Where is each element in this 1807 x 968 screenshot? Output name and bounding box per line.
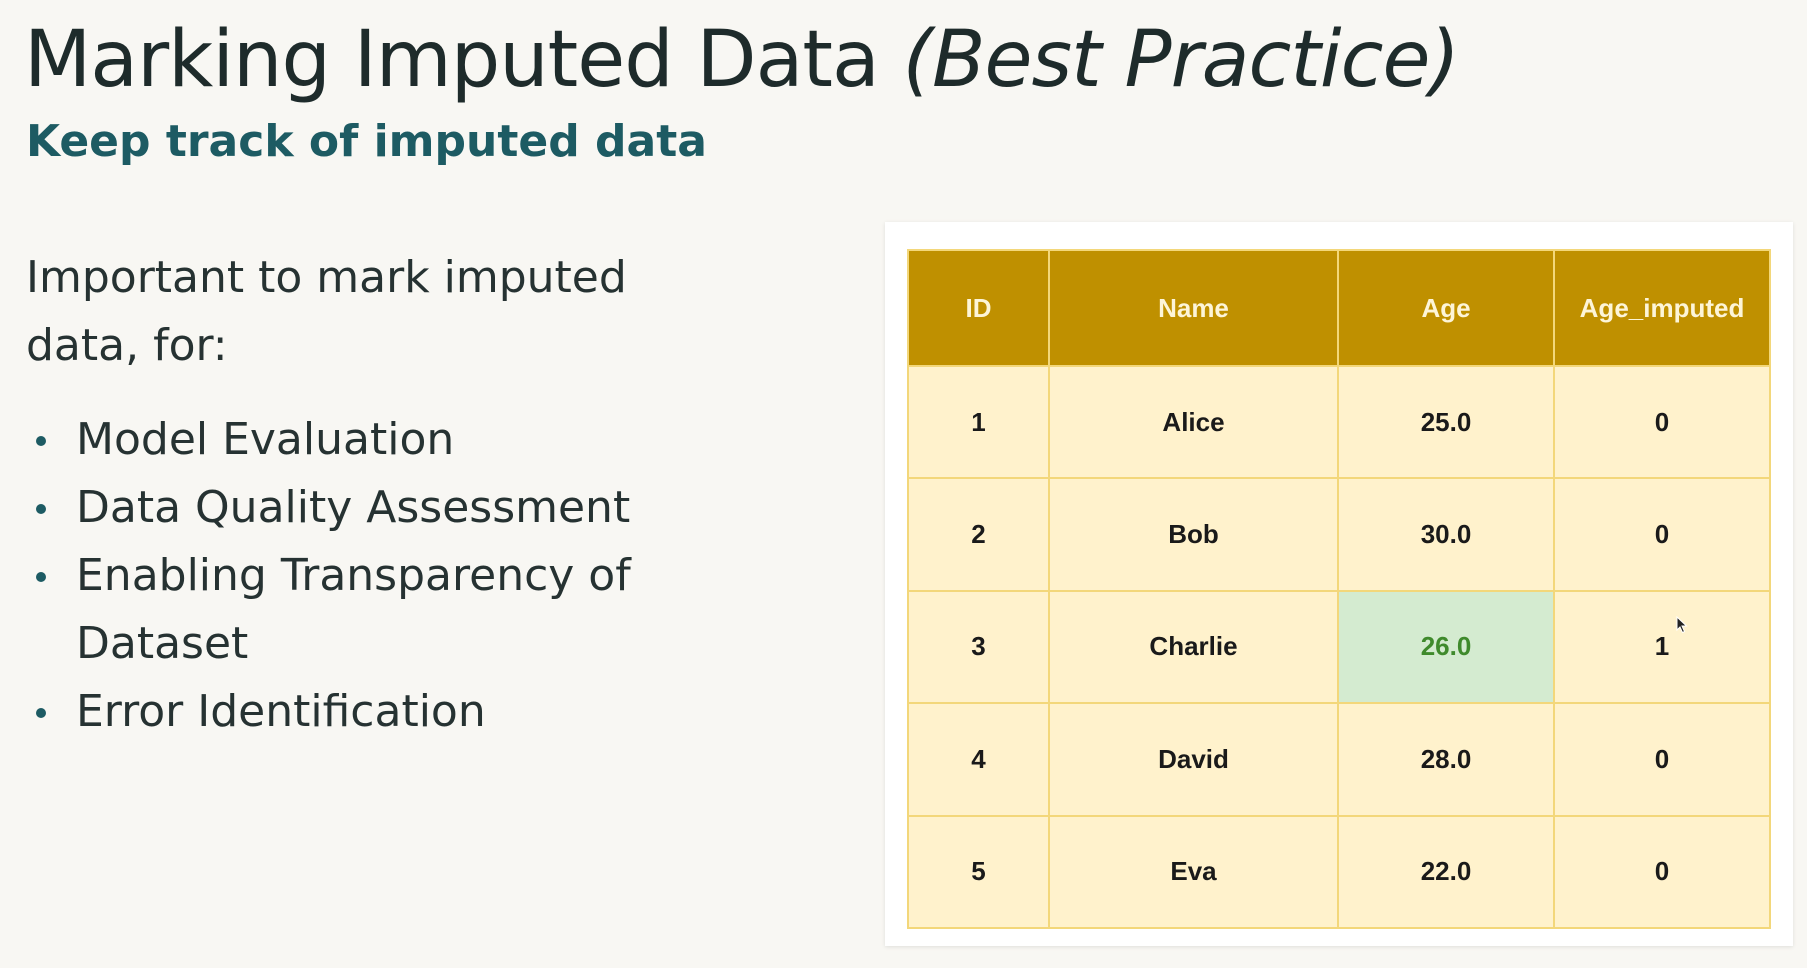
cell-age-imputed: 0: [1553, 702, 1771, 817]
slide-title-emphasis: (Best Practice): [902, 15, 1460, 105]
table-row: 4 David 28.0 0: [907, 702, 1771, 817]
bullet-label: Model Evaluation: [76, 414, 455, 465]
cell-id: 4: [907, 702, 1050, 817]
mouse-pointer-icon: [1676, 615, 1688, 638]
header-age-imputed: Age_imputed: [1553, 249, 1771, 367]
cell-name: Eva: [1048, 814, 1339, 930]
cell-age-imputed: 0: [1553, 477, 1771, 592]
cell-id: 5: [907, 814, 1050, 930]
cell-age: 22.0: [1337, 814, 1555, 930]
bullet-label: Error Identification: [76, 686, 486, 737]
header-id: ID: [907, 249, 1050, 367]
bullet-dot-icon: [36, 436, 46, 446]
table-row: 2 Bob 30.0 0: [907, 477, 1771, 592]
cell-name: Bob: [1048, 477, 1339, 592]
cell-age: 30.0: [1337, 477, 1555, 592]
cell-name: Charlie: [1048, 589, 1339, 705]
bullet-item: Model Evaluation: [26, 406, 726, 474]
bullet-dot-icon: [36, 708, 46, 718]
header-name: Name: [1048, 249, 1339, 367]
bullet-dot-icon: [36, 504, 46, 514]
cell-age: 25.0: [1337, 364, 1555, 480]
cell-name: David: [1048, 702, 1339, 817]
cell-age-imputed-value: 26.0: [1337, 589, 1555, 705]
cell-age-imputed: 1: [1553, 589, 1771, 705]
table-header-row: ID Name Age Age_imputed: [907, 249, 1771, 367]
cell-age: 28.0: [1337, 702, 1555, 817]
bullet-label: Data Quality Assessment: [76, 482, 631, 533]
slide-title-main: Marking Imputed Data: [24, 15, 903, 105]
table-row: 5 Eva 22.0 0: [907, 814, 1771, 930]
cell-name: Alice: [1048, 364, 1339, 480]
bullet-list: Model Evaluation Data Quality Assessment…: [26, 406, 726, 746]
table-row: 3 Charlie 26.0 1: [907, 589, 1771, 705]
bullet-dot-icon: [36, 572, 46, 582]
bullet-item: Data Quality Assessment: [26, 474, 726, 542]
table-card: ID Name Age Age_imputed 1 Alice 25.0 0 2…: [885, 222, 1793, 946]
slide-subtitle: Keep track of imputed data: [26, 116, 707, 167]
cell-age-imputed: 0: [1553, 814, 1771, 930]
cell-id: 1: [907, 364, 1050, 480]
cell-id: 3: [907, 589, 1050, 705]
cell-age-imputed: 0: [1553, 364, 1771, 480]
slide-title: Marking Imputed Data (Best Practice): [24, 8, 1460, 112]
bullet-item: Error Identification: [26, 678, 726, 746]
imputation-table: ID Name Age Age_imputed 1 Alice 25.0 0 2…: [907, 249, 1771, 930]
header-age: Age: [1337, 249, 1555, 367]
intro-text: Important to mark imputed data, for:: [26, 252, 627, 371]
cell-id: 2: [907, 477, 1050, 592]
bullet-label: Enabling Transparency of Dataset: [76, 550, 631, 669]
bullet-item: Enabling Transparency of Dataset: [26, 542, 726, 678]
table-row: 1 Alice 25.0 0: [907, 364, 1771, 480]
